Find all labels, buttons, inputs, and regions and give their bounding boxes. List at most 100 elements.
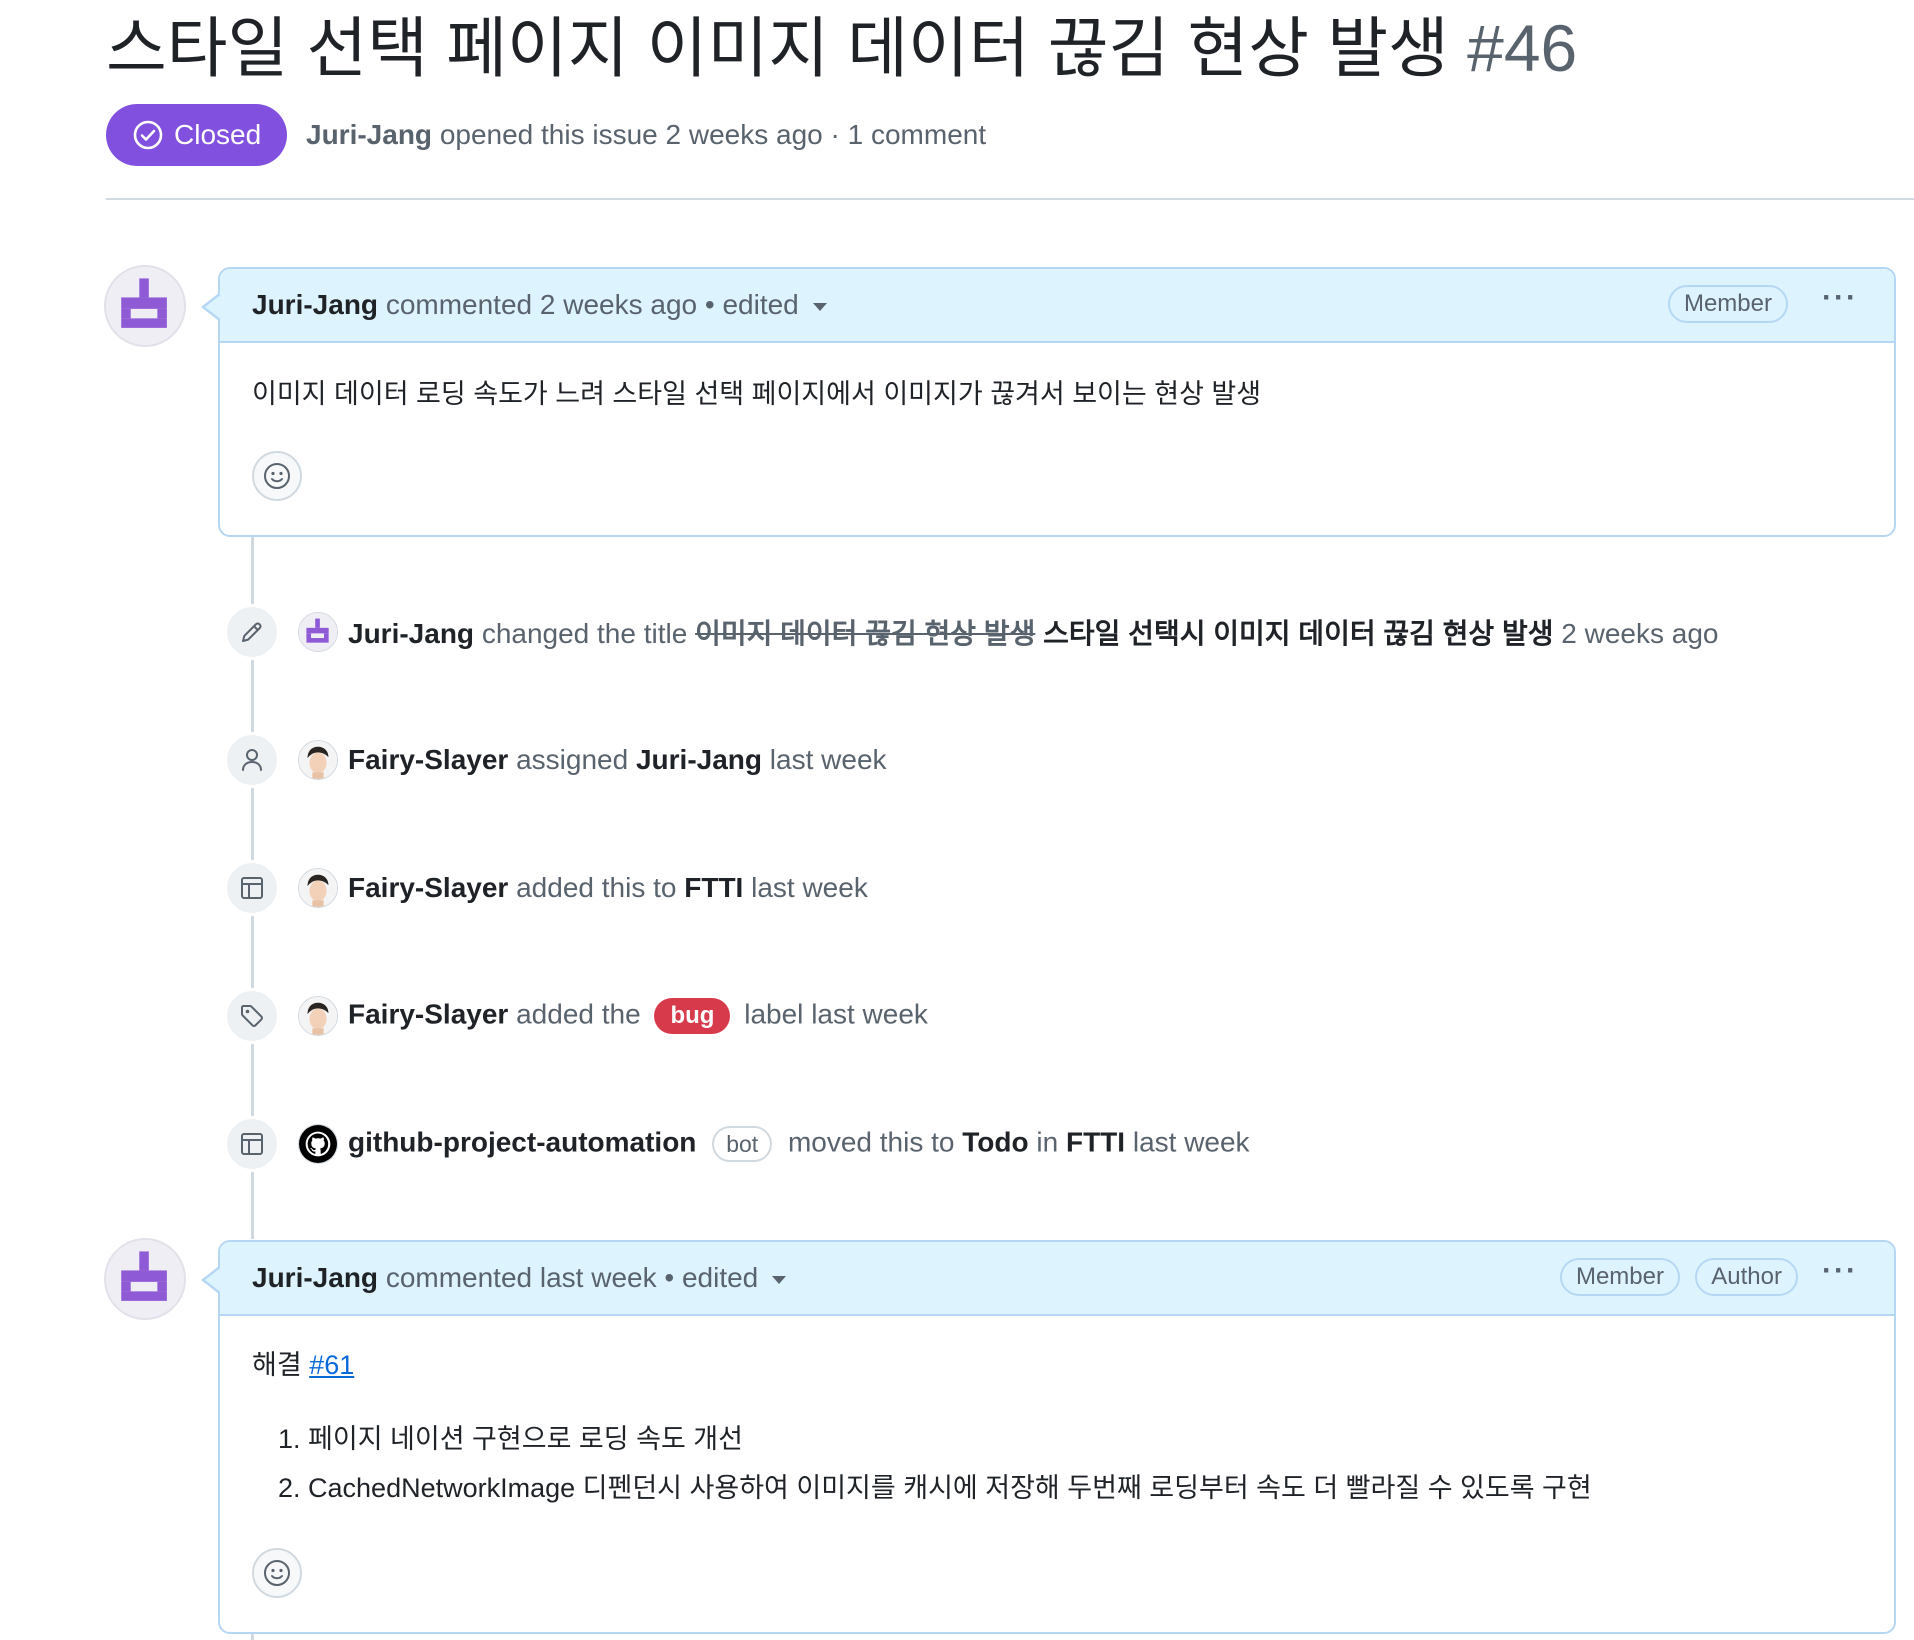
- project-link[interactable]: FTTI: [684, 872, 743, 903]
- event-icon: [224, 1116, 280, 1172]
- comment-list: 1. 페이지 네이션 구현으로 로딩 속도 개선 2. CachedNetwor…: [278, 1420, 1592, 1507]
- timeline-event-project: Fairy-Slayer added this to FTTI last wee…: [224, 860, 868, 916]
- issue-state-badge: Closed: [106, 104, 288, 166]
- event-time[interactable]: last week: [770, 744, 887, 775]
- kebab-menu-icon[interactable]: ···: [1822, 283, 1858, 313]
- header-divider: [106, 198, 1914, 200]
- bug-label[interactable]: bug: [654, 998, 731, 1034]
- event-icon: [224, 732, 280, 788]
- timeline-event-assigned: Fairy-Slayer assigned Juri-Jang last wee…: [224, 732, 887, 788]
- person-icon: [242, 749, 262, 771]
- smiley-icon: [264, 463, 290, 489]
- event-icon: [224, 604, 280, 660]
- smiley-icon: [264, 1560, 290, 1586]
- comment-body: 해결 #61 1. 페이지 네이션 구현으로 로딩 속도 개선 2. Cache…: [220, 1316, 1894, 1636]
- comment-timestamp[interactable]: commented last week • edited: [386, 1262, 758, 1293]
- event-text: Juri-Jang changed the title 이미지 데이터 끊김 현…: [348, 612, 1718, 652]
- avatar[interactable]: [298, 1124, 338, 1164]
- old-title: 이미지 데이터 끊김 현상 발생: [695, 618, 1036, 649]
- avatar[interactable]: [298, 996, 338, 1036]
- chevron-down-icon[interactable]: [812, 302, 827, 311]
- event-action: moved this to: [787, 1126, 955, 1158]
- project-table-icon: [241, 1133, 263, 1155]
- identicon-avatar-image: [121, 1251, 167, 1301]
- check-circle-icon: [133, 120, 163, 150]
- actor-link[interactable]: Fairy-Slayer: [348, 998, 508, 1029]
- comment-meta: Juri-Jang commented 2 weeks ago • edited: [252, 286, 827, 324]
- actor-link[interactable]: github-project-automation: [348, 1126, 696, 1157]
- add-reaction-button[interactable]: [252, 451, 302, 501]
- event-text: Fairy-Slayer added the bug label last we…: [348, 998, 928, 1034]
- timeline-event-rename: Juri-Jang changed the title 이미지 데이터 끊김 현…: [224, 604, 1718, 660]
- member-badge: Member: [1559, 1258, 1680, 1296]
- avatar[interactable]: [298, 612, 338, 652]
- actor-link[interactable]: Fairy-Slayer: [348, 744, 508, 775]
- actor-link[interactable]: Juri-Jang: [348, 618, 474, 649]
- author-badge: Author: [1695, 1258, 1798, 1296]
- new-title: 스타일 선택시 이미지 데이터 끊김 현상 발생: [1043, 618, 1554, 649]
- event-time[interactable]: 2 weeks ago: [1561, 618, 1718, 649]
- comment-meta: Juri-Jang commented last week • edited: [252, 1259, 787, 1297]
- user-photo-avatar: [299, 869, 337, 907]
- column-name: Todo: [962, 1126, 1029, 1158]
- event-in: in: [1036, 1126, 1059, 1158]
- avatar[interactable]: [104, 265, 186, 347]
- timeline-event-moved: github-project-automation bot moved this…: [224, 1116, 1250, 1172]
- issue-title: 스타일 선택 페이지 이미지 데이터 끊김 현상 발생 #46: [106, 6, 1577, 90]
- bot-badge: bot: [712, 1126, 773, 1162]
- kebab-menu-icon[interactable]: ···: [1822, 1256, 1858, 1286]
- comment-box: Juri-Jang commented last week • edited M…: [201, 1240, 1896, 1636]
- list-item: 2. CachedNetworkImage 디펜던시 사용하여 이미지를 캐시에…: [278, 1473, 1592, 1503]
- issue-title-text: 스타일 선택 페이지 이미지 데이터 끊김 현상 발생: [106, 11, 1449, 85]
- comment-text-prefix: 해결: [252, 1350, 302, 1380]
- event-action: changed the title: [481, 618, 688, 649]
- event-text: Fairy-Slayer assigned Juri-Jang last wee…: [348, 744, 887, 776]
- comment-body: 이미지 데이터 로딩 속도가 느려 스타일 선택 페이지에서 이미지가 끊겨서 …: [220, 343, 1894, 539]
- comment-caret: [205, 1266, 223, 1294]
- comment-box: Juri-Jang commented 2 weeks ago • edited…: [201, 267, 1896, 539]
- assignee-link[interactable]: Juri-Jang: [636, 744, 762, 775]
- event-time[interactable]: last week: [811, 998, 928, 1029]
- event-text: Fairy-Slayer added this to FTTI last wee…: [348, 872, 868, 904]
- chevron-down-icon[interactable]: [772, 1275, 787, 1284]
- comment-text: 해결 #61: [252, 1346, 354, 1384]
- event-time[interactable]: last week: [751, 872, 868, 903]
- issue-reference-link[interactable]: #61: [309, 1350, 354, 1380]
- issue-meta: Juri-Jang opened this issue 2 weeks ago …: [306, 116, 986, 154]
- event-action-suffix: label: [744, 998, 804, 1030]
- issue-author-link[interactable]: Juri-Jang: [306, 119, 432, 150]
- list-item: 1. 페이지 네이션 구현으로 로딩 속도 개선: [278, 1424, 743, 1454]
- comment-header: Juri-Jang commented last week • edited M…: [201, 1242, 1894, 1316]
- actor-link[interactable]: Fairy-Slayer: [348, 872, 508, 903]
- event-icon: [224, 860, 280, 916]
- comment-author-link[interactable]: Juri-Jang: [252, 1262, 378, 1293]
- user-photo-avatar: [299, 741, 337, 779]
- github-mark-icon: [299, 1125, 337, 1163]
- comment-timestamp[interactable]: commented 2 weeks ago • edited: [386, 289, 799, 320]
- avatar[interactable]: [298, 740, 338, 780]
- issue-number: #46: [1467, 11, 1578, 85]
- event-text: github-project-automation bot moved this…: [348, 1126, 1250, 1162]
- issue-state-label: Closed: [174, 119, 262, 150]
- event-time[interactable]: last week: [1133, 1126, 1250, 1157]
- comment-text: 이미지 데이터 로딩 속도가 느려 스타일 선택 페이지에서 이미지가 끊겨서 …: [252, 379, 1262, 409]
- event-action: added the: [516, 998, 641, 1030]
- event-icon: [224, 988, 280, 1044]
- issue-meta-text: opened this issue 2 weeks ago · 1 commen…: [439, 119, 987, 150]
- timeline-event-labeled: Fairy-Slayer added the bug label last we…: [224, 988, 928, 1044]
- identicon-avatar-image: [299, 613, 337, 651]
- event-action: added this to: [516, 872, 677, 903]
- project-link[interactable]: FTTI: [1066, 1126, 1125, 1157]
- comment-author-link[interactable]: Juri-Jang: [252, 289, 378, 320]
- add-reaction-button[interactable]: [252, 1548, 302, 1598]
- pencil-icon: [242, 622, 262, 642]
- comment-header: Juri-Jang commented 2 weeks ago • edited…: [201, 269, 1894, 343]
- avatar[interactable]: [298, 868, 338, 908]
- identicon-avatar-image: [121, 278, 167, 328]
- avatar[interactable]: [104, 1238, 186, 1320]
- tag-icon: [241, 1005, 263, 1027]
- member-badge: Member: [1667, 285, 1788, 323]
- event-action: assigned: [516, 744, 629, 775]
- user-photo-avatar: [299, 997, 337, 1035]
- project-table-icon: [241, 877, 263, 899]
